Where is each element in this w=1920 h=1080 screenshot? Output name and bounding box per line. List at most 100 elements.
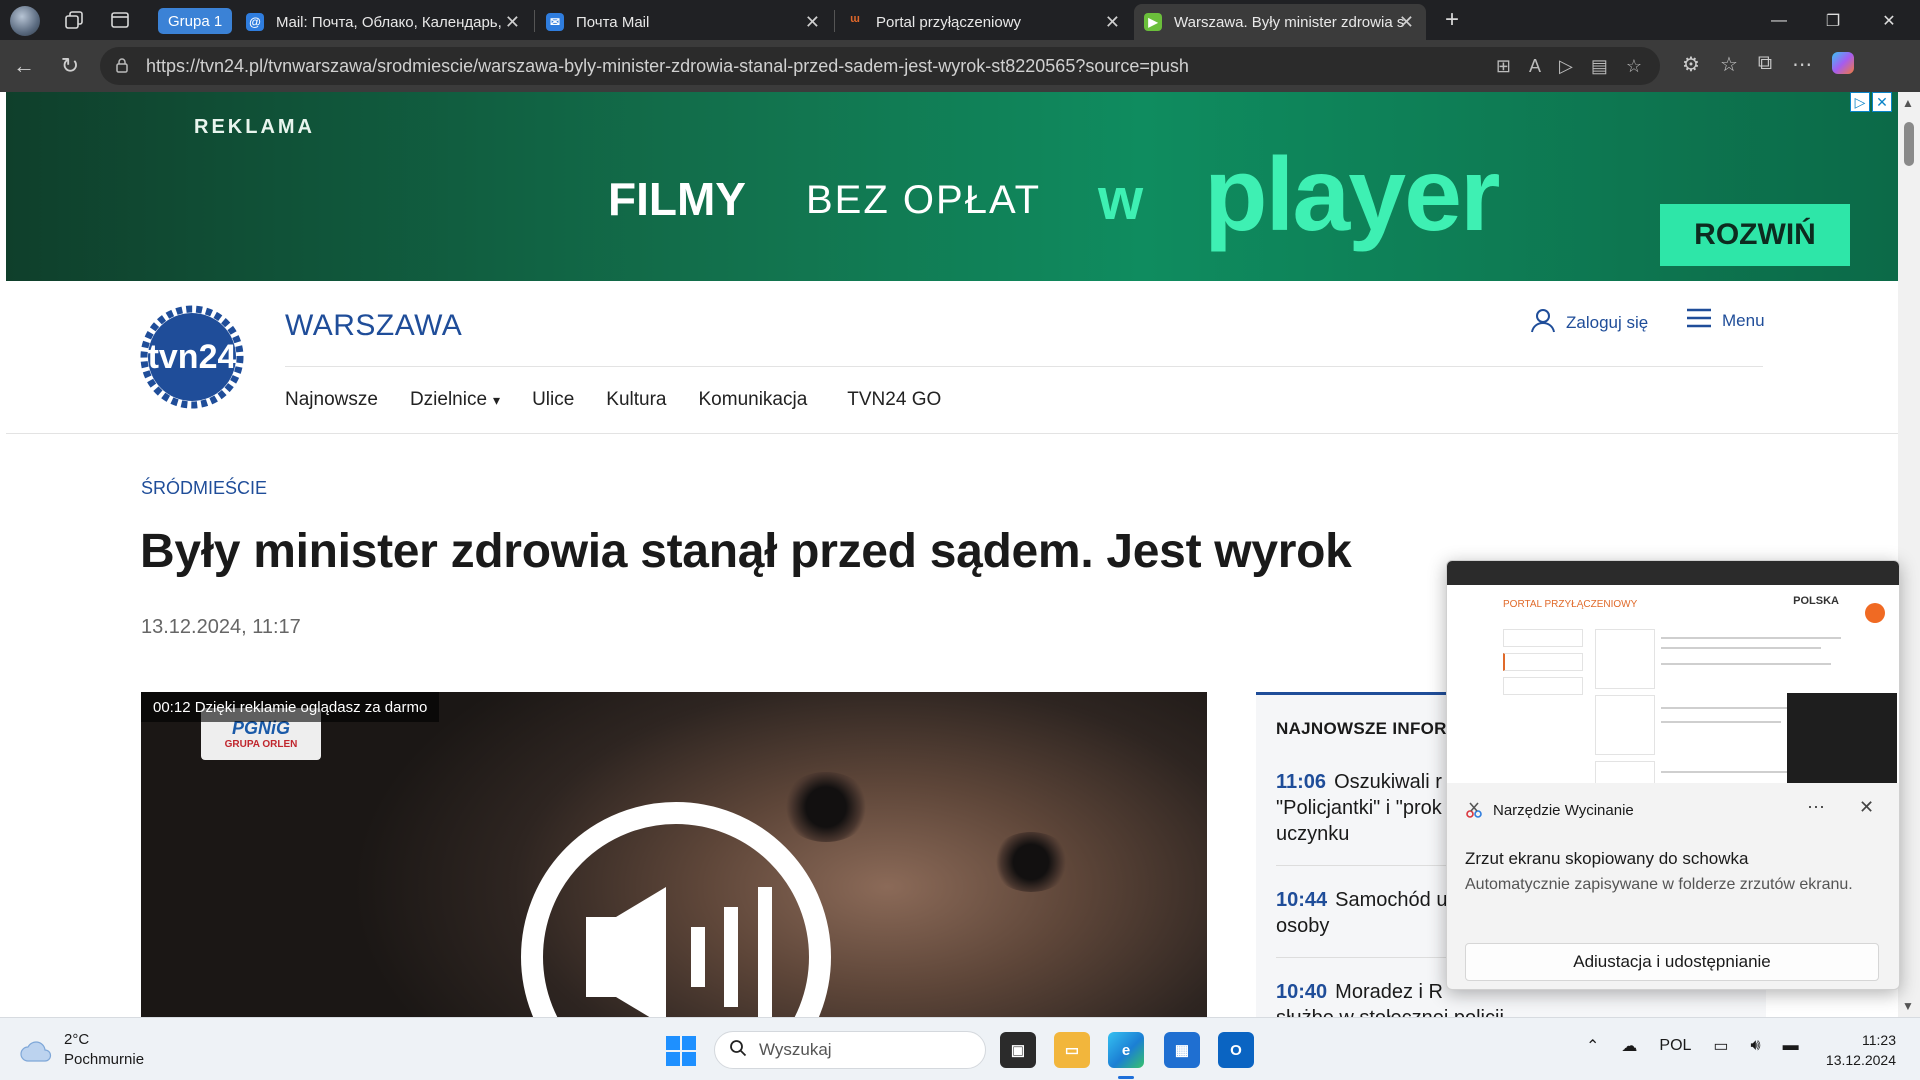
tab-tvn24-active[interactable]: ▶ Warszawa. Były minister zdrowia s ✕ <box>1134 4 1426 40</box>
scroll-up-icon[interactable]: ▲ <box>1902 96 1914 110</box>
favorite-star-icon[interactable]: ☆ <box>1626 56 1642 77</box>
ad-close-icon[interactable]: ✕ <box>1872 92 1892 112</box>
more-options-icon[interactable]: ⋯ <box>1807 797 1825 818</box>
address-bar-row: ← ↻ https://tvn24.pl/tvnwarszawa/srodmie… <box>0 40 1920 92</box>
volume-icon[interactable]: 🔊︎ <box>1751 1037 1761 1055</box>
back-icon[interactable]: ← <box>10 52 38 80</box>
news-item-line[interactable]: służbe w stołecznej policji <box>1276 1005 1746 1017</box>
reader-icon[interactable]: ▤ <box>1591 56 1608 77</box>
taskbar-search[interactable]: Wyszukaj <box>714 1031 986 1069</box>
system-tray: ⌃ ☁ POL ▭ 🔊︎ ▬ <box>1586 1036 1799 1056</box>
network-icon[interactable]: ▭ <box>1713 1036 1728 1056</box>
login-link[interactable]: Zaloguj się <box>1530 307 1648 338</box>
nav-item-latest[interactable]: Najnowsze <box>285 389 378 411</box>
url-field[interactable]: https://tvn24.pl/tvnwarszawa/srodmiescie… <box>100 47 1660 85</box>
new-tab-icon[interactable]: + <box>1440 6 1464 33</box>
notification-body: Narzędzie Wycinanie ⋯ ✕ Zrzut ekranu sko… <box>1447 783 1899 989</box>
task-view-icon[interactable]: ▣ <box>1000 1032 1036 1068</box>
speaker-icon[interactable] <box>586 887 786 1017</box>
thumb-phone-icon <box>1865 603 1885 623</box>
edge-icon[interactable]: e <box>1108 1032 1144 1068</box>
thumb-dark-window <box>1787 693 1897 783</box>
ad-countdown-badge: 00:12 Dzięki reklamie oglądasz za darmo <box>141 692 440 722</box>
store-icon[interactable]: ▦ <box>1164 1032 1200 1068</box>
screenshot-thumbnail[interactable]: PORTAL PRZYŁĄCZENIOWY POLSKA <box>1447 561 1899 783</box>
maximize-icon[interactable]: ❐ <box>1810 8 1856 34</box>
outlook-icon[interactable]: O <box>1218 1032 1254 1068</box>
tab-mail-ru[interactable]: @ Mail: Почта, Облако, Календарь, ✕ <box>236 4 532 40</box>
tab-pochta-mail[interactable]: ✉ Почта Mail ✕ <box>536 4 832 40</box>
system-clock[interactable]: 11:23 13.12.2024 <box>1822 1030 1896 1070</box>
collections-icon[interactable]: ⧉ <box>1758 52 1772 77</box>
scroll-down-icon[interactable]: ▼ <box>1902 999 1914 1013</box>
screen: Grupa 1 @ Mail: Почта, Облако, Календарь… <box>0 0 1920 1080</box>
video-icon[interactable]: ▷ <box>1559 56 1573 77</box>
extensions-icon[interactable]: ⚙ <box>1682 52 1700 77</box>
sub-navigation: Najnowsze Dzielnice ▾ Ulice Kultura Komun… <box>285 389 941 411</box>
news-text: Samochód u <box>1335 889 1448 911</box>
chevron-down-icon: ▾ <box>493 392 501 408</box>
favorites-icon[interactable]: ☆ <box>1720 52 1738 77</box>
snipping-notification[interactable]: PORTAL PRZYŁĄCZENIOWY POLSKA Narzędzie W… <box>1446 560 1900 990</box>
battery-icon[interactable]: ▬ <box>1783 1037 1799 1055</box>
windows-start-icon[interactable] <box>666 1036 696 1066</box>
adchoices-icon[interactable]: ▷ <box>1850 92 1870 112</box>
file-explorer-icon[interactable]: ▭ <box>1054 1032 1090 1068</box>
close-icon[interactable]: ✕ <box>1399 12 1414 33</box>
close-icon[interactable]: ✕ <box>805 12 820 33</box>
article-category[interactable]: ŚRÓDMIEŚCIE <box>141 478 267 499</box>
ad-banner[interactable]: REKLAMA FILMY BEZ OPŁAT w player ROZWIŃ … <box>6 92 1898 281</box>
menu-label: Menu <box>1722 310 1765 330</box>
page-scrollbar[interactable]: ▲ ▼ <box>1898 92 1920 1017</box>
thumb-card <box>1595 695 1655 755</box>
menu-button[interactable]: Menu <box>1686 307 1765 334</box>
tab-separator <box>534 10 535 32</box>
nav-item-culture[interactable]: Kultura <box>606 389 666 411</box>
markup-share-button[interactable]: Adiustacja i udostępnianie <box>1465 943 1879 981</box>
close-icon[interactable]: ✕ <box>505 12 520 33</box>
chevron-up-icon[interactable]: ⌃ <box>1586 1036 1599 1056</box>
weather-condition: Pochmurnie <box>64 1051 145 1068</box>
tab-portal[interactable]: ᵚ Portal przyłączeniowy ✕ <box>836 4 1132 40</box>
nav-item-tvn24go[interactable]: TVN24 GO <box>847 389 941 411</box>
close-icon[interactable]: ✕ <box>1859 797 1874 818</box>
tab-label: Portal przyłączeniowy <box>876 13 1022 31</box>
vertical-tabs-icon[interactable] <box>108 8 132 32</box>
lock-icon[interactable] <box>114 57 132 75</box>
nav-item-transport[interactable]: Komunikacja <box>699 389 808 411</box>
minimize-icon[interactable]: — <box>1756 8 1802 34</box>
header-divider <box>285 366 1763 367</box>
onedrive-cloud-icon[interactable]: ☁ <box>1621 1036 1637 1056</box>
video-player[interactable]: PGNiG GRUPA ORLEN 00:12 Dzięki reklamie … <box>141 692 1207 1017</box>
thumb-card <box>1595 761 1655 783</box>
close-window-icon[interactable]: ✕ <box>1866 8 1912 34</box>
sponsor-group: GRUPA ORLEN <box>224 739 298 750</box>
more-icon[interactable]: ⋯ <box>1792 52 1812 77</box>
latest-news-title: NAJNOWSZE INFORM <box>1276 719 1462 738</box>
language-indicator[interactable]: POL <box>1659 1037 1691 1055</box>
scrollbar-thumb[interactable] <box>1904 122 1914 166</box>
copilot-icon[interactable] <box>1832 52 1855 74</box>
workspaces-icon[interactable] <box>62 8 86 32</box>
tab-group-chip[interactable]: Grupa 1 <box>158 8 233 34</box>
close-icon[interactable]: ✕ <box>1105 12 1120 33</box>
thumb-card <box>1595 629 1655 689</box>
section-title[interactable]: WARSZAWA <box>285 309 462 343</box>
notification-subtext: Automatycznie zapisywane w folderze zrzu… <box>1465 876 1853 893</box>
refresh-icon[interactable]: ↻ <box>56 52 84 80</box>
nav-item-districts[interactable]: Dzielnice ▾ <box>410 389 500 411</box>
news-time: 10:44 <box>1276 889 1328 911</box>
nav-item-streets[interactable]: Ulice <box>532 389 574 411</box>
tvn24-logo[interactable]: tvn24 <box>140 305 244 409</box>
ad-expand-button[interactable]: ROZWIŃ <box>1660 204 1850 266</box>
profile-avatar[interactable] <box>10 6 40 36</box>
weather-widget[interactable]: 2°C Pochmurnie <box>20 1030 144 1070</box>
scissors-icon <box>1465 801 1483 819</box>
tab-label: Mail: Почта, Облако, Календарь, <box>276 13 502 31</box>
news-time: 10:40 <box>1276 981 1328 1003</box>
read-aloud-icon[interactable]: A <box>1529 56 1541 77</box>
news-text: Moradez i R <box>1335 981 1443 1003</box>
app-available-icon[interactable]: ⊞ <box>1496 56 1511 77</box>
article-date: 13.12.2024, 11:17 <box>141 616 301 638</box>
tab-separator <box>834 10 835 32</box>
